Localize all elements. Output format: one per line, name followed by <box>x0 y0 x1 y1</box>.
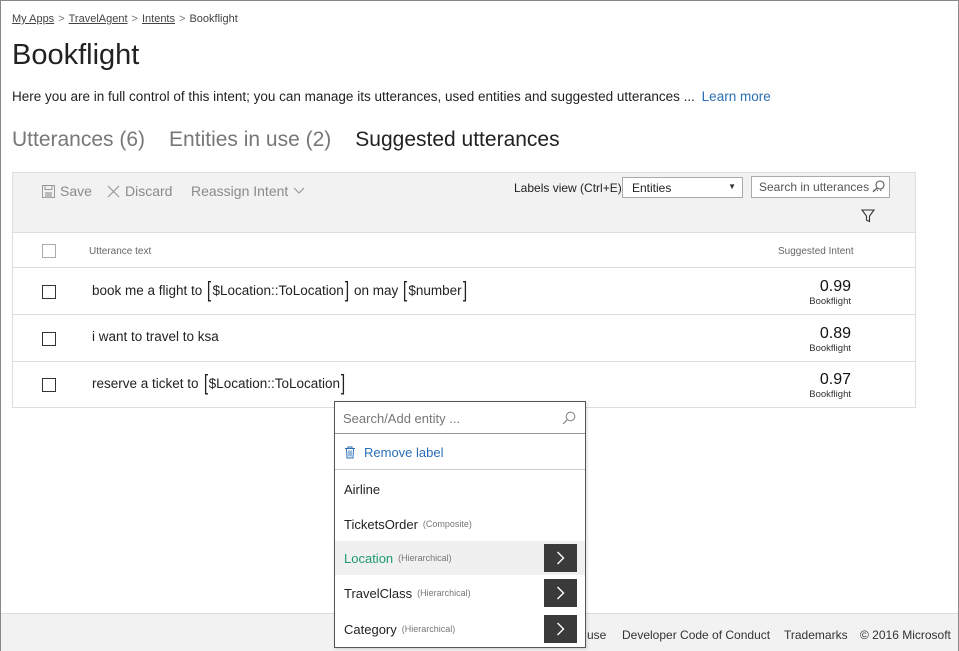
reassign-intent-button[interactable]: Reassign Intent <box>191 183 305 199</box>
breadcrumb-current: Bookflight <box>189 13 238 25</box>
entity-picker-dropdown: Search/Add entity ... Remove label Airli… <box>334 401 586 648</box>
suggested-intent: 0.89 Bookflight <box>809 325 851 354</box>
utterance-text: book me a flight to [$Location::ToLocati… <box>92 279 472 301</box>
table-row: book me a flight to [$Location::ToLocati… <box>13 268 915 315</box>
tab-utterances[interactable]: Utterances (6) <box>12 128 145 152</box>
utterance-search-placeholder: Search in utterances ... <box>759 180 883 194</box>
table-header: Utterance text Suggested Intent <box>13 234 915 268</box>
row-checkbox[interactable] <box>42 378 56 392</box>
chevron-right-icon <box>557 586 565 600</box>
entity-option-travelclass[interactable]: TravelClass (Hierarchical) <box>335 576 585 610</box>
remove-label-button[interactable]: Remove label <box>335 435 585 470</box>
tab-bar: Utterances (6) Entities in use (2) Sugge… <box>12 128 560 152</box>
tab-entities-in-use[interactable]: Entities in use (2) <box>169 128 331 152</box>
entity-option-label: Airline <box>344 481 381 497</box>
save-button[interactable]: Save <box>42 183 92 199</box>
labels-view-select[interactable]: Entities ▼ <box>622 177 743 198</box>
caret-down-icon: ▼ <box>728 182 736 191</box>
save-label: Save <box>60 183 92 199</box>
utterance-text: i want to travel to ksa <box>92 329 219 344</box>
column-header-utterance: Utterance text <box>89 246 152 257</box>
page-description: Here you are in full control of this int… <box>12 89 771 104</box>
breadcrumb-intents[interactable]: Intents <box>142 13 175 25</box>
learn-more-link[interactable]: Learn more <box>702 89 771 104</box>
entity-option-location[interactable]: Location (Hierarchical) <box>335 541 585 575</box>
breadcrumb-separator: > <box>131 13 138 25</box>
entity-option-ticketsorder[interactable]: TicketsOrder (Composite) <box>335 507 585 541</box>
entity-option-label: Category <box>344 621 397 637</box>
footer-code-of-conduct-link[interactable]: Developer Code of Conduct <box>622 628 770 642</box>
page-title: Bookflight <box>12 39 140 71</box>
expand-children-button[interactable] <box>544 544 577 572</box>
toolbar: Save Discard Reassign Intent Labels view… <box>13 173 915 233</box>
chevron-right-icon <box>557 551 565 565</box>
utterances-panel: Save Discard Reassign Intent Labels view… <box>12 172 916 408</box>
row-checkbox[interactable] <box>42 332 56 346</box>
intent-name: Bookflight <box>809 389 851 400</box>
entity-option-label: Location <box>344 550 394 566</box>
reassign-label: Reassign Intent <box>191 183 289 199</box>
entity-option-type: (Hierarchical) <box>398 553 452 563</box>
intent-name: Bookflight <box>809 296 851 307</box>
expand-children-button[interactable] <box>544 579 577 607</box>
entity-option-type: (Hierarchical) <box>401 624 456 634</box>
row-checkbox[interactable] <box>42 285 56 299</box>
entity-option-type: (Composite) <box>422 519 472 529</box>
entity-label-text: $Location::ToLocation <box>212 282 344 298</box>
entity-search-placeholder: Search/Add entity ... <box>343 411 461 426</box>
breadcrumb-travelagent[interactable]: TravelAgent <box>69 13 128 25</box>
suggested-intent: 0.99 Bookflight <box>809 278 851 307</box>
discard-button[interactable]: Discard <box>107 183 172 199</box>
utterance-search-input[interactable]: Search in utterances ... <box>751 176 890 198</box>
entity-label-text: $Location::ToLocation <box>208 375 341 391</box>
intent-score: 0.97 <box>819 371 851 388</box>
expand-children-button[interactable] <box>544 615 577 643</box>
labels-view-label: Labels view (Ctrl+E): <box>514 181 626 195</box>
intent-score: 0.99 <box>819 278 851 295</box>
search-icon <box>562 411 576 425</box>
close-icon <box>107 185 120 197</box>
footer-trademarks-link[interactable]: Trademarks <box>784 628 848 642</box>
table-row: i want to travel to ksa 0.89 Bookflight <box>13 315 915 362</box>
chevron-down-icon <box>293 187 305 194</box>
labels-view-value: Entities <box>632 181 672 195</box>
chevron-right-icon <box>557 622 565 636</box>
remove-label-text: Remove label <box>364 444 444 460</box>
utterance-fragment: reserve a ticket to <box>92 375 199 391</box>
trash-icon <box>345 446 355 458</box>
save-icon <box>42 184 55 198</box>
footer-terms-of-use-link[interactable]: use <box>587 628 606 642</box>
breadcrumb-separator: > <box>58 13 65 25</box>
utterance-fragment: i want to travel to ksa <box>92 329 219 344</box>
search-icon <box>872 180 885 193</box>
entity-label[interactable]: [$Location::ToLocation] <box>203 372 347 394</box>
entity-option-type: (Hierarchical) <box>417 588 471 598</box>
intent-name: Bookflight <box>809 343 851 354</box>
entity-search-input[interactable]: Search/Add entity ... <box>335 402 585 434</box>
entity-label[interactable]: [$Location::ToLocation] <box>206 279 350 301</box>
column-header-suggested-intent: Suggested Intent <box>778 246 854 257</box>
intent-score: 0.89 <box>819 325 851 342</box>
filter-icon[interactable] <box>861 209 875 223</box>
entity-label[interactable]: [$number] <box>402 279 468 301</box>
breadcrumb-separator: > <box>179 13 186 25</box>
utterance-fragment: book me a flight to <box>92 282 203 298</box>
discard-label: Discard <box>125 183 173 199</box>
footer-copyright: © 2016 Microsoft <box>860 628 951 642</box>
select-all-checkbox[interactable] <box>42 244 56 258</box>
breadcrumb-my-apps[interactable]: My Apps <box>12 13 54 25</box>
entity-option-label: TravelClass <box>344 585 413 601</box>
tab-suggested-utterances[interactable]: Suggested utterances <box>355 128 559 152</box>
suggested-intent: 0.97 Bookflight <box>809 371 851 400</box>
utterance-fragment: on may <box>353 282 399 298</box>
entity-option-airline[interactable]: Airline <box>335 472 585 506</box>
description-text: Here you are in full control of this int… <box>12 89 695 104</box>
entity-option-category[interactable]: Category (Hierarchical) <box>335 612 585 646</box>
utterance-text: reserve a ticket to [$Location::ToLocati… <box>92 372 350 394</box>
entity-label-text: $number <box>408 282 462 298</box>
entity-option-label: TicketsOrder <box>344 516 418 532</box>
breadcrumb: My Apps > TravelAgent > Intents > Bookflight <box>12 13 238 25</box>
